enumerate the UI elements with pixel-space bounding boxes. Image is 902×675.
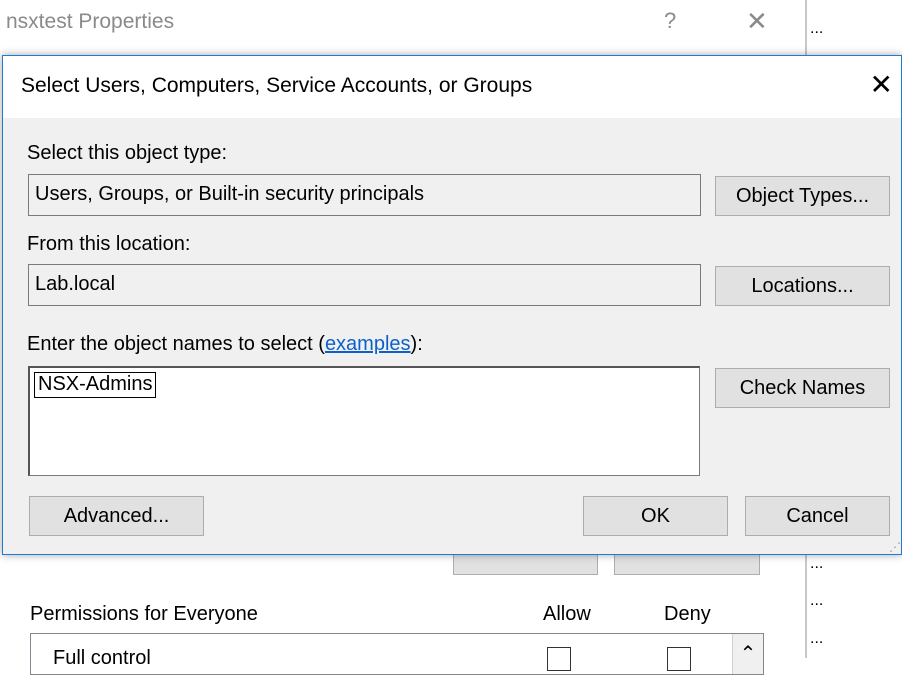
names-label: Enter the object names to select (exampl… <box>27 333 423 356</box>
truncated-text: ... <box>810 630 824 647</box>
check-names-button[interactable]: Check Names <box>715 368 890 408</box>
permissions-list[interactable]: Full control ⌃ <box>30 633 764 675</box>
truncated-text: ... <box>810 555 824 572</box>
truncated-text: ... <box>810 592 824 609</box>
permissions-label: Permissions for Everyone <box>30 603 258 625</box>
truncated-text: ... <box>810 20 824 37</box>
dialog-titlebar: Select Users, Computers, Service Account… <box>3 56 901 118</box>
deny-checkbox[interactable] <box>667 647 691 671</box>
examples-link[interactable]: examples <box>325 333 411 355</box>
object-types-button[interactable]: Object Types... <box>715 176 890 216</box>
location-field: Lab.local <box>28 264 701 306</box>
background-close-icon[interactable]: ✕ <box>746 6 768 37</box>
dialog-title: Select Users, Computers, Service Account… <box>21 74 533 97</box>
close-icon[interactable]: ✕ <box>870 68 893 101</box>
object-type-field: Users, Groups, or Built-in security prin… <box>28 174 701 216</box>
advanced-button[interactable]: Advanced... <box>29 496 204 536</box>
ok-button[interactable]: OK <box>583 496 728 536</box>
allow-column-header: Allow <box>543 603 591 625</box>
scroll-up-icon[interactable]: ⌃ <box>732 634 763 674</box>
help-icon[interactable]: ? <box>664 8 676 34</box>
select-principal-dialog: Select Users, Computers, Service Account… <box>2 55 902 555</box>
permission-row-label: Full control <box>53 647 151 669</box>
locations-button[interactable]: Locations... <box>715 266 890 306</box>
resize-grip-icon[interactable]: ⋰ <box>889 540 901 554</box>
deny-column-header: Deny <box>664 603 711 625</box>
entered-name: NSX-Admins <box>34 372 157 398</box>
allow-checkbox[interactable] <box>547 647 571 671</box>
background-window-title: nsxtest Properties <box>6 10 175 33</box>
names-label-prefix: Enter the object names to select ( <box>27 333 325 355</box>
location-label: From this location: <box>27 233 191 255</box>
object-type-label: Select this object type: <box>27 142 228 164</box>
object-names-input[interactable]: NSX-Admins <box>28 366 700 476</box>
names-label-suffix: ): <box>410 333 423 355</box>
cancel-button[interactable]: Cancel <box>745 496 890 536</box>
